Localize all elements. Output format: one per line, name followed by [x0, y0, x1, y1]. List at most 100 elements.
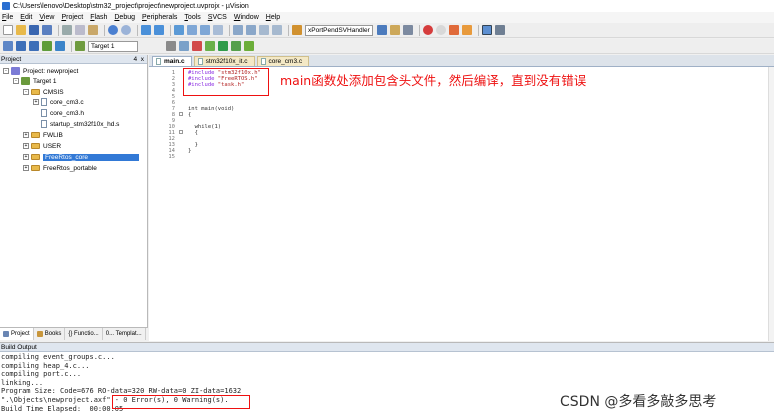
tree-item-freertos-portable[interactable]: + FreeRtos_portable [23, 163, 97, 173]
tree-item-cmsis[interactable]: - CMSIS [23, 87, 64, 97]
find-in-files-icon[interactable] [377, 25, 387, 35]
menu-svcs[interactable]: SVCS [208, 14, 227, 21]
menu-peripherals[interactable]: Peripherals [142, 14, 177, 21]
target-icon [75, 41, 85, 51]
expand-icon[interactable]: + [23, 154, 29, 160]
code-editor[interactable]: 1 2 3 4 5 6 7 8 9 10 11 12 13 14 15 #inc… [149, 67, 774, 341]
tree-item-startup-file[interactable]: startup_stm32f10x_hd.s [33, 119, 119, 129]
collapse-icon[interactable]: - [3, 68, 9, 74]
fold-marker-icon[interactable] [179, 112, 183, 116]
build-icon[interactable] [16, 41, 26, 51]
wrench-icon[interactable] [495, 25, 505, 35]
tree-item-project[interactable]: - Project: newproject [3, 66, 78, 76]
uvision-app-icon [2, 2, 10, 10]
build-log-line: compiling event_groups.c... [1, 353, 115, 361]
tree-item-core-cm3-c[interactable]: + core_cm3.c [33, 97, 84, 107]
download-icon[interactable] [55, 41, 65, 51]
tab-label: stm32f10x_it.c [205, 58, 248, 65]
navigate-back-icon[interactable] [141, 25, 151, 35]
new-file-icon[interactable] [3, 25, 13, 35]
find-icon[interactable] [403, 25, 413, 35]
tree-item-freertos-core[interactable]: + FreeRtos_core [23, 152, 139, 162]
tab-stm32f10x-it-c[interactable]: stm32f10x_it.c [193, 56, 255, 66]
close-icon[interactable]: x [141, 56, 144, 63]
save-icon[interactable] [29, 25, 39, 35]
pack-installer-icon[interactable] [205, 41, 215, 51]
tab-label: Project [11, 331, 30, 337]
clear-bookmarks-icon[interactable] [213, 25, 223, 35]
tree-item-user[interactable]: + USER [23, 141, 61, 151]
load-icon[interactable] [179, 41, 189, 51]
menu-flash[interactable]: Flash [90, 14, 107, 21]
environment-icon[interactable] [231, 41, 241, 51]
bookmark-icon[interactable] [174, 25, 184, 35]
save-all-icon[interactable] [42, 25, 52, 35]
target-combo[interactable]: Target 1 [88, 40, 138, 52]
code-line: } [188, 148, 192, 154]
tab-label: main.c [164, 58, 185, 65]
tab-core-cm3-c[interactable]: core_cm3.c [256, 56, 310, 66]
undo-icon[interactable] [108, 25, 118, 35]
debug-session-icon[interactable] [423, 25, 433, 35]
target-options-icon[interactable] [166, 41, 176, 51]
menu-tools[interactable]: Tools [184, 14, 200, 21]
tab-books[interactable]: Books [34, 328, 66, 340]
rebuild-icon[interactable] [29, 41, 39, 51]
file-icon [41, 109, 47, 117]
green-diamond-icon[interactable] [218, 41, 228, 51]
navigate-forward-icon[interactable] [154, 25, 164, 35]
unindent-icon[interactable] [246, 25, 256, 35]
folder-icon [31, 165, 40, 171]
incremental-find-icon[interactable] [390, 25, 400, 35]
indent-icon[interactable] [233, 25, 243, 35]
batch-build-icon[interactable] [42, 41, 52, 51]
build-output-header: Build Output [0, 343, 774, 352]
redo-icon[interactable] [121, 25, 131, 35]
function-combo[interactable]: xPortPendSVHandler [305, 24, 373, 36]
paste-icon[interactable] [88, 25, 98, 35]
tree-item-label: FWLIB [43, 131, 63, 139]
tab-label: 0... Templat... [105, 331, 142, 337]
tree-item-fwlib[interactable]: + FWLIB [23, 130, 63, 140]
comment-icon[interactable] [259, 25, 269, 35]
line-number: 15 [168, 154, 175, 160]
expand-icon[interactable]: + [33, 99, 39, 105]
project-panel: Project 4 x - Project: newproject - Targ… [0, 55, 148, 341]
menu-debug[interactable]: Debug [114, 14, 135, 21]
settings-tool-icon[interactable] [462, 25, 472, 35]
expand-icon[interactable]: + [23, 132, 29, 138]
collapse-icon[interactable]: - [23, 89, 29, 95]
file-icon [41, 98, 47, 106]
menu-view[interactable]: View [39, 14, 54, 21]
window-layout-icon[interactable] [482, 25, 492, 35]
menu-edit[interactable]: Edit [20, 14, 32, 21]
tab-templates[interactable]: 0... Templat... [103, 328, 146, 340]
translate-icon[interactable] [3, 41, 13, 51]
menu-window[interactable]: Window [234, 14, 259, 21]
fold-marker-icon[interactable] [179, 130, 183, 134]
copy-icon[interactable] [75, 25, 85, 35]
prev-bookmark-icon[interactable] [187, 25, 197, 35]
select-software-packs-icon[interactable] [244, 41, 254, 51]
collapse-icon[interactable]: - [13, 78, 19, 84]
uncomment-icon[interactable] [272, 25, 282, 35]
file-icon [260, 58, 266, 65]
menu-help[interactable]: Help [266, 14, 280, 21]
kill-breakpoints-icon[interactable] [449, 25, 459, 35]
breakpoint-icon[interactable] [436, 25, 446, 35]
tree-item-core-cm3-h[interactable]: core_cm3.h [33, 108, 84, 118]
menu-project[interactable]: Project [61, 14, 83, 21]
expand-icon[interactable]: + [23, 165, 29, 171]
tab-functions[interactable]: {} Functio... [65, 328, 103, 340]
menu-file[interactable]: File [2, 14, 13, 21]
cut-icon[interactable] [62, 25, 72, 35]
manage-components-icon[interactable] [192, 41, 202, 51]
next-bookmark-icon[interactable] [200, 25, 210, 35]
expand-icon[interactable]: + [23, 143, 29, 149]
pin-icon[interactable]: 4 [134, 56, 138, 63]
tab-main-c[interactable]: main.c [152, 56, 192, 66]
editor-scrollbar[interactable] [768, 67, 774, 341]
open-file-icon[interactable] [16, 25, 26, 35]
tab-project[interactable]: Project [0, 328, 34, 340]
tree-item-target[interactable]: - Target 1 [13, 76, 57, 86]
